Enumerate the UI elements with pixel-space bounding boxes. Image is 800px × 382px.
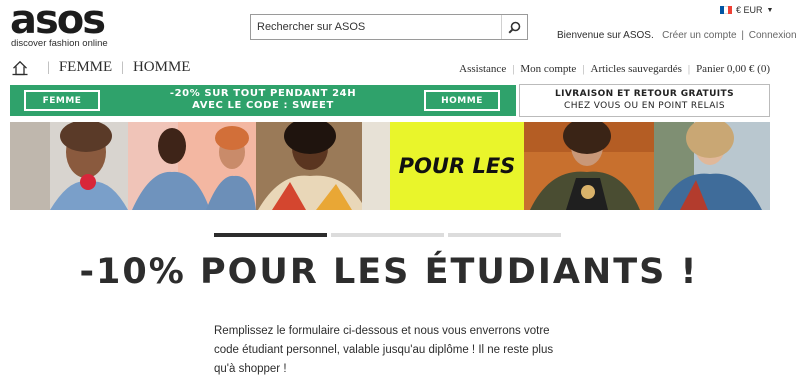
hero-photo-3 — [256, 122, 390, 210]
hero-banner[interactable]: POUR LES — [10, 122, 770, 210]
welcome-bar: Bienvenue sur ASOS. Créer un compte | Co… — [557, 30, 797, 41]
promo-line-2: AVEC LE CODE : SWEET — [192, 100, 334, 111]
my-account-link[interactable]: Mon compte — [520, 63, 576, 75]
gender-nav: | FEMME | HOMME — [12, 59, 190, 76]
search-bar — [250, 14, 528, 40]
slide-dot-1[interactable] — [214, 233, 327, 237]
hero-text: POUR LES — [399, 154, 516, 178]
hero-photo-6 — [654, 122, 770, 210]
hero-photo-1 — [10, 122, 128, 210]
promo-text: -20% SUR TOUT PENDANT 24H AVEC LE CODE :… — [110, 88, 416, 112]
nav-women-link[interactable]: FEMME — [59, 59, 112, 76]
hero-illustration: POUR LES — [10, 122, 770, 210]
create-account-link[interactable]: Créer un compte — [662, 30, 736, 41]
nav-divider: | — [121, 59, 124, 75]
welcome-text: Bienvenue sur ASOS. — [557, 30, 654, 41]
nav-men-link[interactable]: HOMME — [133, 59, 191, 76]
login-link[interactable]: Connexion — [749, 30, 797, 41]
slide-dot-2[interactable] — [331, 233, 444, 237]
search-button[interactable] — [501, 15, 527, 39]
logo-wordmark: asos — [10, 0, 106, 43]
nav-divider: | — [582, 63, 585, 75]
nav-divider: | — [512, 63, 515, 75]
promo-banner[interactable]: FEMME -20% SUR TOUT PENDANT 24H AVEC LE … — [10, 85, 516, 116]
flag-fr-icon — [720, 6, 732, 14]
hero-text-panel: POUR LES — [390, 122, 524, 210]
currency-selector[interactable]: € EUR ▼ — [720, 5, 773, 15]
cart-link[interactable]: Panier 0,00 € (0) — [696, 63, 770, 75]
logo-tagline: discover fashion online — [11, 38, 108, 49]
shipping-banner[interactable]: LIVRAISON ET RETOUR GRATUITS CHEZ VOUS O… — [519, 84, 770, 117]
nav-divider: | — [687, 63, 691, 75]
page-description: Remplissez le formulaire ci-dessous et n… — [214, 325, 554, 375]
account-nav: Assistance | Mon compte | Articles sauve… — [459, 63, 770, 75]
home-icon[interactable] — [12, 60, 28, 76]
chevron-down-icon: ▼ — [766, 6, 774, 14]
nav-divider: | — [47, 59, 50, 75]
hero-photo-5 — [524, 122, 654, 210]
hero-photo-2 — [128, 122, 256, 210]
help-link[interactable]: Assistance — [459, 63, 506, 75]
slide-dot-3[interactable] — [448, 233, 561, 237]
currency-label: € EUR — [736, 5, 763, 15]
promo-line-1: -20% SUR TOUT PENDANT 24H — [169, 88, 357, 99]
search-icon — [508, 21, 521, 34]
promo-women-button[interactable]: FEMME — [24, 90, 100, 111]
page-title: -10% POUR LES ÉTUDIANTS ! — [79, 252, 699, 292]
shipping-title: LIVRAISON ET RETOUR GRATUITS — [555, 89, 734, 99]
welcome-separator: | — [741, 30, 744, 41]
shipping-subtitle: CHEZ VOUS OU EN POINT RELAIS — [564, 101, 725, 111]
search-input[interactable] — [251, 15, 501, 39]
saved-items-link[interactable]: Articles sauvegardés — [591, 63, 682, 75]
slide-indicator — [214, 233, 561, 237]
promo-men-button[interactable]: HOMME — [424, 90, 500, 111]
asos-logo[interactable]: asos discover fashion online — [10, 0, 120, 49]
